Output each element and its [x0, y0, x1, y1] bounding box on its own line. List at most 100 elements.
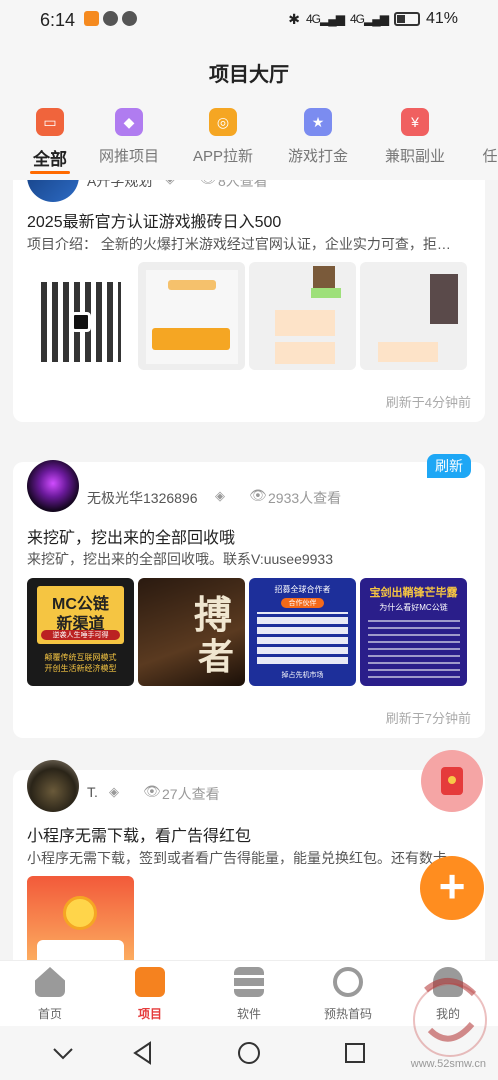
- category-tab-parttime[interactable]: ¥ 兼职副业: [375, 108, 455, 166]
- category-tabs: ▭ 全部 ◆ 网推项目 ◎ APP拉新 ★ 游戏打金 ¥ 兼职副业 任: [0, 100, 498, 180]
- shop-icon: ▭: [36, 108, 64, 136]
- poster-footer: 颠覆传统互联网模式 开创生活新经济模型: [44, 653, 117, 673]
- post-image-fighter[interactable]: 搏 者: [138, 578, 245, 686]
- category-tab-more[interactable]: 任: [450, 108, 498, 166]
- target-icon: ◎: [209, 108, 237, 136]
- red-packet-icon: [441, 767, 463, 795]
- active-tab-indicator: [30, 171, 70, 174]
- more-icon: [476, 108, 498, 136]
- signal-icon: 4G▂▄▆: [306, 12, 345, 26]
- battery-percent: 41%: [425, 10, 458, 27]
- tab-projects[interactable]: 项目: [110, 967, 190, 1022]
- category-tab-web-promo[interactable]: ◆ 网推项目: [89, 108, 169, 166]
- image-block: [313, 266, 335, 288]
- compass-icon: [103, 11, 118, 26]
- refresh-time: 刷新于7分钟前: [385, 711, 471, 726]
- gem-icon: ◆: [115, 108, 143, 136]
- diamond-icon: ◈: [165, 180, 175, 187]
- project-icon: [135, 967, 165, 997]
- poster-body: [368, 618, 460, 678]
- network-type-2: 4G: [349, 12, 365, 26]
- header: 项目大厅: [0, 40, 498, 100]
- post-card[interactable]: A升学规划 ◈ 👁 8人查看 2025最新官方认证游戏搬砖日入500 项目介绍：…: [13, 180, 485, 422]
- home-nav-icon[interactable]: [236, 1040, 262, 1066]
- category-tab-all[interactable]: ▭ 全部: [10, 108, 90, 170]
- wechat-icon: [71, 312, 91, 332]
- view-count: 2933人查看: [268, 490, 342, 506]
- poster-slogan: 逆袭人生唾手可得: [41, 630, 120, 640]
- image-block: [430, 274, 458, 324]
- refresh-badge[interactable]: 刷新: [427, 454, 471, 478]
- image-block: [311, 288, 341, 298]
- views-eye-icon: 👁: [199, 180, 217, 187]
- category-label: 全部: [33, 150, 67, 169]
- post-image-chat[interactable]: [249, 262, 356, 370]
- watermark-url: www.52smw.cn: [410, 1058, 486, 1070]
- post-feed[interactable]: A升学规划 ◈ 👁 8人查看 2025最新官方认证游戏搬砖日入500 项目介绍：…: [0, 180, 498, 960]
- home-icon: [35, 967, 65, 997]
- post-images: MC公链 新渠道 逆袭人生唾手可得 颠覆传统互联网模式 开创生活新经济模型 搏 …: [27, 578, 467, 686]
- poster-glyph: 者: [198, 636, 235, 677]
- category-tab-game[interactable]: ★ 游戏打金: [278, 108, 358, 166]
- recents-icon[interactable]: [342, 1040, 368, 1066]
- post-desc: 项目介绍： 全新的火爆打米游戏经过官网认证，企业实力可查，拒…: [27, 236, 451, 252]
- post-title[interactable]: 2025最新官方认证游戏搬砖日入500: [27, 208, 281, 232]
- collapse-icon[interactable]: [50, 1040, 76, 1066]
- post-image-redpacket[interactable]: [27, 876, 134, 960]
- timer-icon: [333, 967, 363, 997]
- views-eye-icon: 👁: [249, 487, 267, 503]
- star-icon: ★: [304, 108, 332, 136]
- network-type-1: 4G: [306, 12, 321, 26]
- post-image-chat-2[interactable]: [360, 262, 467, 370]
- status-right: ✱ 4G▂▄▆ 4G▂▄▆ 41%: [288, 10, 458, 28]
- diamond-icon: ◈: [109, 784, 119, 799]
- view-count: 27人查看: [162, 786, 220, 802]
- software-icon: [234, 967, 264, 997]
- post-image-qr[interactable]: [27, 262, 134, 370]
- post-desc: 小程序无需下载，签到或者看广告得能量，能量兑换红包。还有数卡: [27, 850, 447, 866]
- category-label: 游戏打金: [287, 148, 348, 165]
- post-card[interactable]: T. ◈ 👁 27人查看 小程序无需下载，看广告得红包 小程序无需下载，签到或者…: [13, 760, 485, 960]
- avatar[interactable]: [27, 460, 79, 512]
- status-bar: 6:14 ✱ 4G▂▄▆ 4G▂▄▆ 41%: [0, 0, 498, 40]
- username: 无极光华1326896: [87, 490, 198, 506]
- tab-software[interactable]: 软件: [209, 967, 289, 1022]
- back-icon[interactable]: [130, 1040, 156, 1066]
- add-post-button[interactable]: +: [420, 856, 484, 920]
- image-block: [168, 280, 216, 290]
- bluetooth-icon: ✱: [288, 10, 300, 27]
- image-block: [37, 940, 124, 960]
- tab-presale[interactable]: 预热首码: [308, 967, 388, 1022]
- tab-home[interactable]: 首页: [10, 967, 90, 1022]
- post-desc: 来挖矿，挖出来的全部回收哦。联系V:uusee9933: [27, 551, 333, 567]
- status-time: 6:14: [40, 10, 76, 30]
- signal-icon-2: 4G▂▄▆: [349, 12, 389, 26]
- username: A升学规划: [87, 180, 153, 189]
- post-title[interactable]: 小程序无需下载，看广告得红包: [27, 822, 251, 846]
- post-title[interactable]: 来挖矿，挖出来的全部回收哦: [27, 524, 235, 548]
- tab-label: 项目: [137, 1007, 162, 1021]
- tab-label: 首页: [37, 1007, 62, 1021]
- post-card[interactable]: 刷新 无极光华1326896 ◈ 👁 2933人查看 来挖矿，挖出来的全部回收哦…: [13, 454, 485, 738]
- post-image-partners[interactable]: 招募全球合作者 合作伙伴 掉占先机市场: [249, 578, 356, 686]
- category-tab-app[interactable]: ◎ APP拉新: [183, 108, 263, 166]
- image-block: [275, 342, 335, 364]
- battery-fill: [396, 15, 405, 23]
- post-image-mc-news[interactable]: 宝剑出鞘锋芒毕露 为什么看好MC公链: [360, 578, 467, 686]
- image-block: [275, 310, 335, 336]
- refresh-time: 刷新于4分钟前: [385, 395, 471, 410]
- poster-title: 宝剑出鞘锋芒毕露: [369, 587, 458, 599]
- battery-icon: [393, 12, 420, 26]
- post-image-screenshot[interactable]: [138, 262, 245, 370]
- diamond-icon: ◈: [215, 488, 225, 503]
- username: T.: [87, 784, 98, 800]
- page-title: 项目大厅: [209, 64, 289, 86]
- post-image-mc-chain[interactable]: MC公链 新渠道 逆袭人生唾手可得 颠覆传统互联网模式 开创生活新经济模型: [27, 578, 134, 686]
- tab-label: 预热首码: [323, 1007, 372, 1021]
- avatar[interactable]: [27, 180, 79, 202]
- coin-icon: [63, 896, 97, 930]
- avatar[interactable]: [27, 760, 79, 812]
- red-packet-button[interactable]: [421, 750, 483, 812]
- category-label: 任: [482, 148, 498, 165]
- poster-footer: 掉占先机市场: [281, 672, 324, 679]
